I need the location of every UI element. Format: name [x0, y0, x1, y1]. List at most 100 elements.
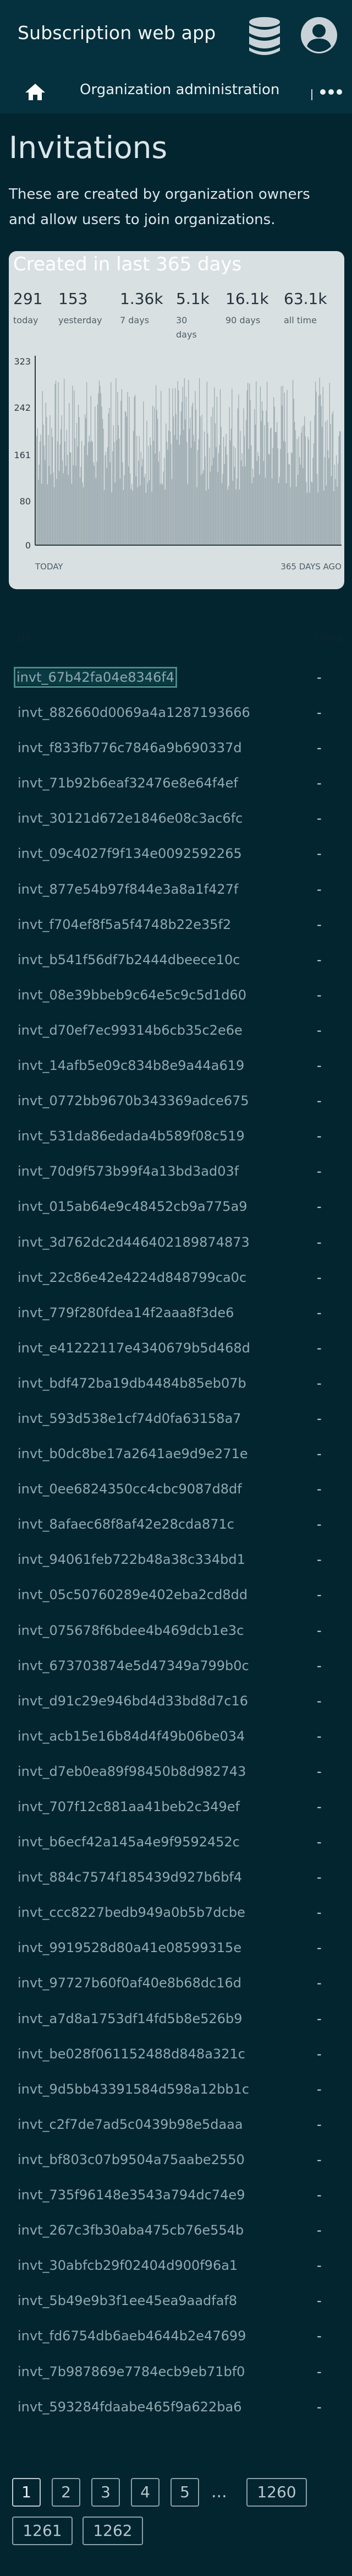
table-row[interactable]: invt_fd6754db6aeb4644b2e47699 -	[0, 2318, 352, 2354]
table-row[interactable]: invt_707f12c881aa41beb2c349ef -	[0, 1789, 352, 1824]
invitation-id-link[interactable]: invt_d7eb0ea89f98450b8d982743	[18, 1764, 246, 1779]
table-row[interactable]: invt_0772bb9670b343369adce675 -	[0, 1083, 352, 1118]
invitation-id-link[interactable]: invt_05c50760289e402eba2cd8dd	[18, 1587, 248, 1602]
database-icon[interactable]	[248, 17, 282, 55]
column-header-id[interactable]: ID	[18, 632, 30, 646]
page-button-1262[interactable]: 1262	[82, 2517, 143, 2545]
table-row[interactable]: invt_075678f6bdee4b469dcb1e3c -	[0, 1613, 352, 1648]
table-row[interactable]: invt_97727b60f0af40e8b68dc16d -	[0, 1965, 352, 2001]
table-row[interactable]: invt_67b42fa04e8346f4 -	[0, 660, 352, 695]
table-row[interactable]: invt_e41222117e4340679b5d468d -	[0, 1330, 352, 1366]
invitation-id-link[interactable]: invt_0772bb9670b343369adce675	[18, 1093, 249, 1108]
invitation-id-link[interactable]: invt_c2f7de7ad5c0439b98e5daaa	[18, 2117, 243, 2132]
invitation-id-link[interactable]: invt_bdf472ba19db4484b85eb07b	[18, 1376, 246, 1391]
account-circle-icon[interactable]	[300, 17, 338, 54]
invitation-id-link[interactable]: invt_267c3fb30aba475cb76e554b	[18, 2222, 244, 2238]
table-row[interactable]: invt_f833fb776c7846a9b690337d -	[0, 730, 352, 765]
table-row[interactable]: invt_bf803c07b9504a75aabe2550 -	[0, 2142, 352, 2177]
table-row[interactable]: invt_0ee6824350cc4cbc9087d8df -	[0, 1471, 352, 1507]
table-row[interactable]: invt_71b92b6eaf32476e8e64f4ef -	[0, 765, 352, 801]
page-button-1260[interactable]: 1260	[246, 2478, 307, 2507]
more-horizontal-icon[interactable]	[319, 88, 343, 96]
invitation-id-link[interactable]: invt_ccc8227bedb949a0b5b7dcbe	[18, 1905, 245, 1920]
table-row[interactable]: invt_b0dc8be17a2641ae9d9e271e -	[0, 1436, 352, 1471]
table-row[interactable]: invt_ccc8227bedb949a0b5b7dcbe -	[0, 1895, 352, 1930]
page-button-3[interactable]: 3	[91, 2478, 120, 2507]
table-row[interactable]: invt_b541f56df7b2444dbeece10c -	[0, 942, 352, 977]
table-row[interactable]: invt_acb15e16b84d4f49b06be034 -	[0, 1719, 352, 1754]
table-row[interactable]: invt_267c3fb30aba475cb76e554b -	[0, 2213, 352, 2248]
table-row[interactable]: invt_7b987869e7784ecb9eb71bf0 -	[0, 2354, 352, 2389]
invitation-id-link[interactable]: invt_d70ef7ec99314b6cb35c2e6e	[18, 1023, 243, 1038]
invitation-id-link[interactable]: invt_acb15e16b84d4f49b06be034	[18, 1729, 245, 1744]
table-row[interactable]: invt_884c7574f185439d927b6bf4 -	[0, 1860, 352, 1895]
page-button-5[interactable]: 5	[170, 2478, 199, 2507]
table-row[interactable]: invt_d7eb0ea89f98450b8d982743 -	[0, 1754, 352, 1789]
table-row[interactable]: invt_735f96148e3543a794dc74e9 -	[0, 2177, 352, 2213]
table-row[interactable]: invt_05c50760289e402eba2cd8dd -	[0, 1577, 352, 1612]
invitation-id-link[interactable]: invt_7b987869e7784ecb9eb71bf0	[18, 2364, 245, 2379]
invitation-id-link[interactable]: invt_9919528d80a41e08599315e	[18, 1940, 241, 1955]
table-row[interactable]: invt_be028f061152488d848a321c -	[0, 2036, 352, 2072]
invitation-id-link[interactable]: invt_5b49e9b3f1ee45ea9aadfaf8	[18, 2293, 237, 2308]
table-row[interactable]: invt_b6ecf42a145a4e9f9592452c -	[0, 1824, 352, 1860]
table-row[interactable]: invt_a7d8a1753df14fd5b8e526b9 -	[0, 2001, 352, 2036]
invitation-id-link[interactable]: invt_593d538e1cf74d0fa63158a7	[18, 1411, 241, 1426]
invitation-id-link[interactable]: invt_97727b60f0af40e8b68dc16d	[18, 1975, 241, 1991]
invitation-id-link[interactable]: invt_22c86e42e4224d848799ca0c	[18, 1270, 246, 1285]
invitation-id-link[interactable]: invt_882660d0069a4a1287193666	[18, 705, 250, 720]
invitation-id-link[interactable]: invt_593284fdaabe465f9a622ba6	[18, 2399, 241, 2415]
invitation-id-link[interactable]: invt_67b42fa04e8346f4	[13, 667, 178, 688]
table-row[interactable]: invt_d91c29e946bd4d33bd8d7c16 -	[0, 1683, 352, 1719]
invitation-id-link[interactable]: invt_be028f061152488d848a321c	[18, 2046, 245, 2062]
table-row[interactable]: invt_531da86edada4b589f08c519 -	[0, 1118, 352, 1154]
invitation-id-link[interactable]: invt_94061feb722b48a38c334bd1	[18, 1552, 245, 1567]
table-row[interactable]: invt_8afaec68f8af42e28cda871c -	[0, 1507, 352, 1542]
invitation-id-link[interactable]: invt_877e54b97f844e3a8a1f427f	[18, 882, 238, 897]
invitation-id-link[interactable]: invt_30abfcb29f02404d900f96a1	[18, 2258, 238, 2273]
invitation-id-link[interactable]: invt_673703874e5d47349a799b0c	[18, 1658, 249, 1673]
tab-organization-administration[interactable]: Organization administration	[80, 81, 279, 98]
table-row[interactable]: invt_d70ef7ec99314b6cb35c2e6e -	[0, 1013, 352, 1048]
invitation-id-link[interactable]: invt_a7d8a1753df14fd5b8e526b9	[18, 2011, 243, 2026]
invitation-id-link[interactable]: invt_bf803c07b9504a75aabe2550	[18, 2152, 245, 2167]
table-row[interactable]: invt_f704ef8f5a5f4748b22e35f2 -	[0, 907, 352, 942]
table-row[interactable]: invt_bdf472ba19db4484b85eb07b -	[0, 1366, 352, 1401]
table-row[interactable]: invt_779f280fdea14f2aaa8f3de6 -	[0, 1295, 352, 1330]
invitation-id-link[interactable]: invt_b541f56df7b2444dbeece10c	[18, 952, 240, 968]
invitation-id-link[interactable]: invt_30121d672e1846e08c3ac6fc	[18, 811, 243, 826]
invitation-id-link[interactable]: invt_70d9f573b99f4a13bd3ad03f	[18, 1164, 239, 1179]
table-row[interactable]: invt_5b49e9b3f1ee45ea9aadfaf8 -	[0, 2283, 352, 2318]
invitation-id-link[interactable]: invt_b6ecf42a145a4e9f9592452c	[18, 1834, 240, 1850]
invitation-id-link[interactable]: invt_735f96148e3543a794dc74e9	[18, 2187, 245, 2203]
table-row[interactable]: invt_673703874e5d47349a799b0c -	[0, 1648, 352, 1683]
table-row[interactable]: invt_30abfcb29f02404d900f96a1 -	[0, 2248, 352, 2283]
table-row[interactable]: invt_3d762dc2d446402189874873 -	[0, 1225, 352, 1260]
table-row[interactable]: invt_94061feb722b48a38c334bd1 -	[0, 1542, 352, 1577]
table-row[interactable]: invt_877e54b97f844e3a8a1f427f -	[0, 872, 352, 907]
table-row[interactable]: invt_14afb5e09c834b8e9a44a619 -	[0, 1048, 352, 1083]
table-row[interactable]: invt_30121d672e1846e08c3ac6fc -	[0, 801, 352, 836]
invitation-id-link[interactable]: invt_884c7574f185439d927b6bf4	[18, 1869, 242, 1885]
invitation-id-link[interactable]: invt_707f12c881aa41beb2c349ef	[18, 1799, 240, 1814]
invitation-id-link[interactable]: invt_fd6754db6aeb4644b2e47699	[18, 2328, 246, 2344]
table-row[interactable]: invt_9d5bb43391584d598a12bb1c -	[0, 2072, 352, 2107]
home-icon[interactable]	[24, 83, 46, 101]
invitation-id-link[interactable]: invt_779f280fdea14f2aaa8f3de6	[18, 1305, 234, 1320]
table-row[interactable]: invt_593284fdaabe465f9a622ba6 -	[0, 2389, 352, 2425]
table-row[interactable]: invt_015ab64e9c48452cb9a775a9 -	[0, 1189, 352, 1224]
invitation-id-link[interactable]: invt_015ab64e9c48452cb9a775a9	[18, 1199, 248, 1214]
invitation-id-link[interactable]: invt_3d762dc2d446402189874873	[18, 1235, 250, 1250]
invitation-id-link[interactable]: invt_08e39bbeb9c64e5c9c5d1d60	[18, 987, 246, 1003]
invitation-id-link[interactable]: invt_f704ef8f5a5f4748b22e35f2	[18, 917, 231, 932]
table-row[interactable]: invt_08e39bbeb9c64e5c9c5d1d60 -	[0, 977, 352, 1013]
invitation-id-link[interactable]: invt_14afb5e09c834b8e9a44a619	[18, 1058, 244, 1073]
page-button-1[interactable]: 1	[12, 2478, 41, 2507]
page-button-4[interactable]: 4	[131, 2478, 160, 2507]
invitation-id-link[interactable]: invt_531da86edada4b589f08c519	[18, 1128, 245, 1144]
invitation-id-link[interactable]: invt_8afaec68f8af42e28cda871c	[18, 1517, 234, 1532]
invitation-id-link[interactable]: invt_0ee6824350cc4cbc9087d8df	[18, 1481, 242, 1497]
table-row[interactable]: invt_70d9f573b99f4a13bd3ad03f -	[0, 1154, 352, 1189]
table-row[interactable]: invt_9919528d80a41e08599315e -	[0, 1930, 352, 1965]
page-button-2[interactable]: 2	[52, 2478, 80, 2507]
